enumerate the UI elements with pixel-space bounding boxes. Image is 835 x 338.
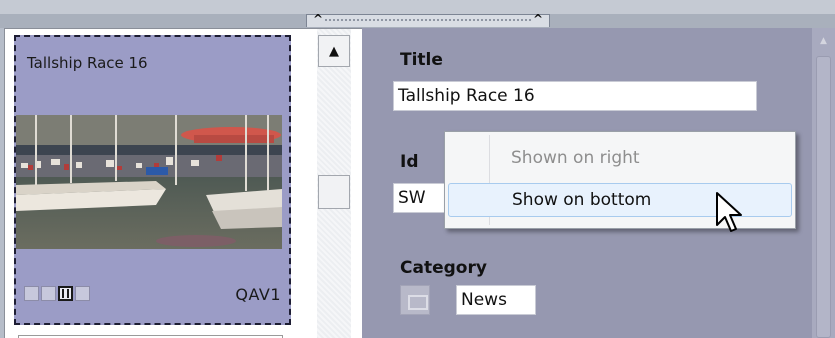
category-field[interactable]: News [456, 285, 536, 315]
details-scroll-thumb[interactable] [816, 56, 831, 338]
menu-item-shown-on-right[interactable]: Shown on right [448, 141, 792, 175]
card-title: Tallship Race 16 [27, 54, 148, 72]
media-type-icons [24, 286, 90, 301]
collapse-left-icon[interactable]: ^ [313, 12, 323, 26]
category-image-icon[interactable] [400, 285, 430, 315]
list-scrollbar[interactable]: ▲ [317, 29, 351, 338]
top-toolbar-strip: ^ ^ [0, 0, 835, 28]
card-code: QAV1 [235, 285, 281, 304]
details-scroll-up-button[interactable]: ▲ [812, 36, 835, 56]
video-thumbnail [16, 115, 282, 249]
splitter-grip[interactable] [325, 19, 531, 21]
details-scrollbar[interactable]: ▲ [812, 28, 835, 338]
media-card[interactable]: Tallship Race 16 QAV1 [14, 35, 291, 325]
media-list-pane: Tallship Race 16 QAV1 ▲ [4, 28, 362, 338]
title-label: Title [400, 50, 443, 70]
audio-icon[interactable] [41, 286, 56, 301]
id-label: Id [400, 152, 419, 172]
title-field[interactable]: Tallship Race 16 [393, 81, 757, 111]
image-icon[interactable] [24, 286, 39, 301]
pane-splitter[interactable]: ^ ^ [306, 12, 550, 27]
scroll-up-button[interactable]: ▲ [318, 35, 350, 67]
category-label: Category [400, 258, 487, 278]
video-icon[interactable] [58, 286, 73, 301]
mouse-cursor-icon [716, 192, 742, 232]
person-icon[interactable] [75, 286, 90, 301]
scroll-thumb[interactable] [318, 175, 350, 209]
collapse-right-icon[interactable]: ^ [533, 12, 543, 26]
